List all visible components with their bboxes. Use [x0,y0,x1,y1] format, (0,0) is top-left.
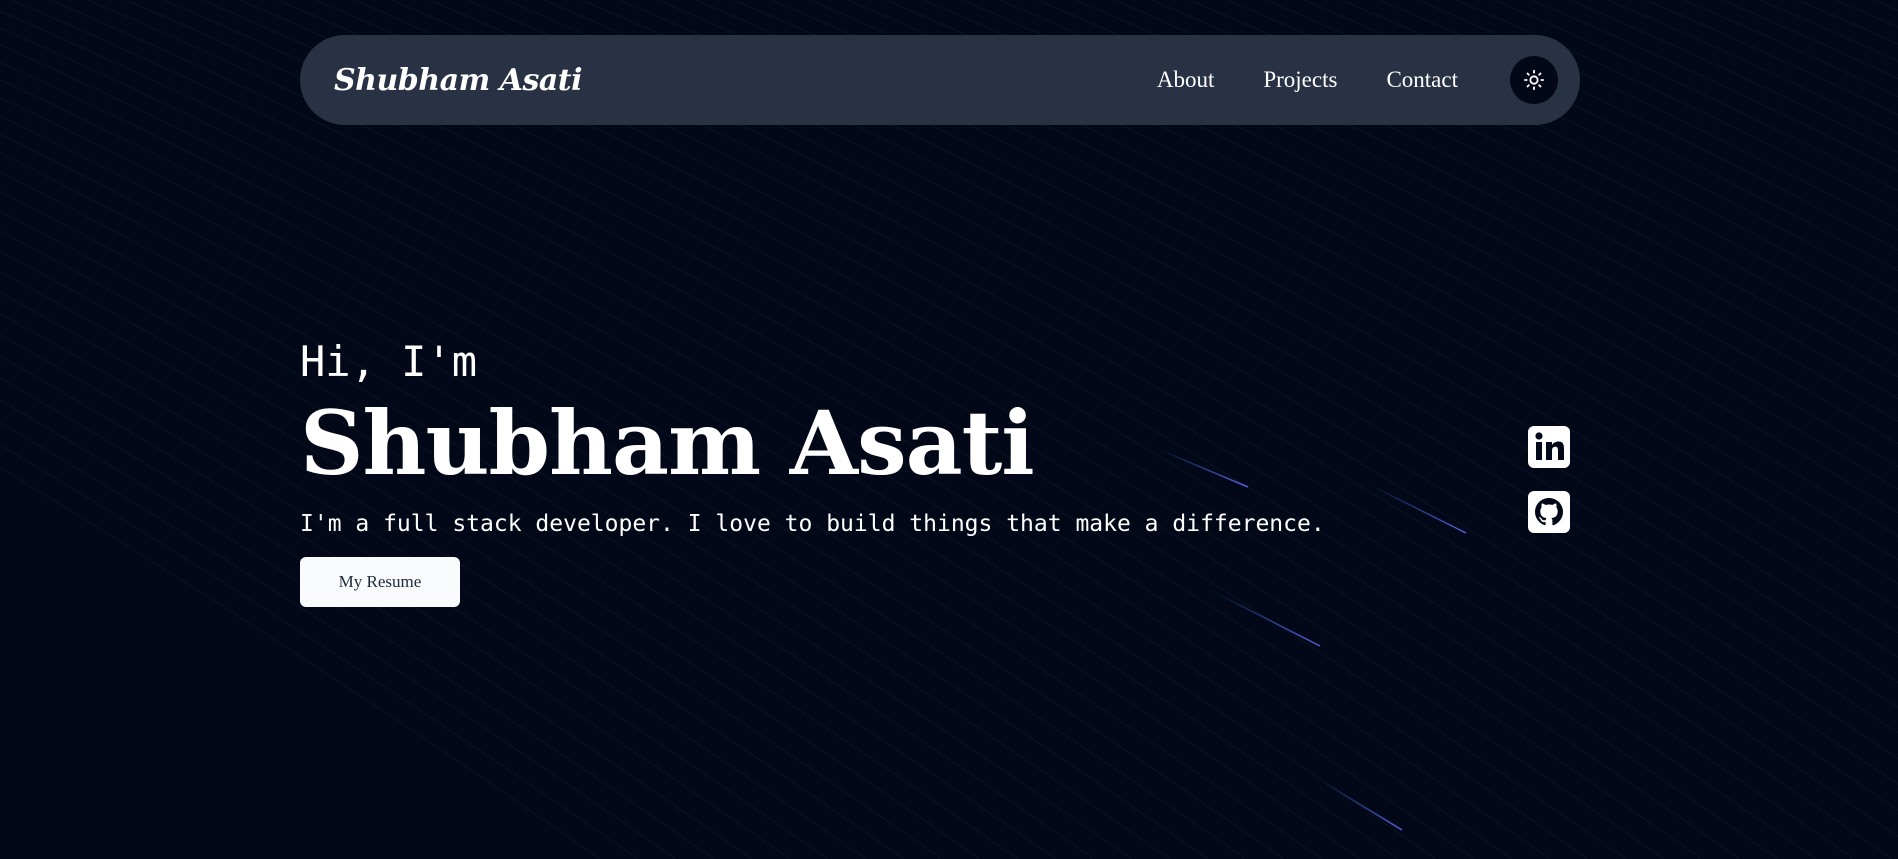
hero-tagline: I'm a full stack developer. I love to bu… [300,511,1325,537]
theme-toggle-button[interactable] [1510,56,1558,104]
resume-button[interactable]: My Resume [300,557,460,607]
hero-name: Shubham Asati [300,391,1035,495]
brand-logo[interactable]: Shubham Asati [334,63,583,98]
hero-greeting: Hi, I'm [300,337,478,386]
social-links [1528,426,1570,556]
hero-section: Hi, I'm Shubham Asati I'm a full stack d… [300,335,1325,607]
navbar: Shubham Asati About Projects Contact [300,35,1580,125]
nav-links: About Projects Contact [1157,56,1558,104]
github-icon [1528,491,1570,533]
linkedin-link[interactable] [1528,426,1570,468]
nav-link-contact[interactable]: Contact [1386,67,1458,93]
linkedin-icon [1528,426,1570,468]
nav-link-projects[interactable]: Projects [1263,67,1337,93]
github-link[interactable] [1528,491,1570,533]
nav-link-about[interactable]: About [1157,67,1215,93]
sun-icon [1523,69,1545,91]
